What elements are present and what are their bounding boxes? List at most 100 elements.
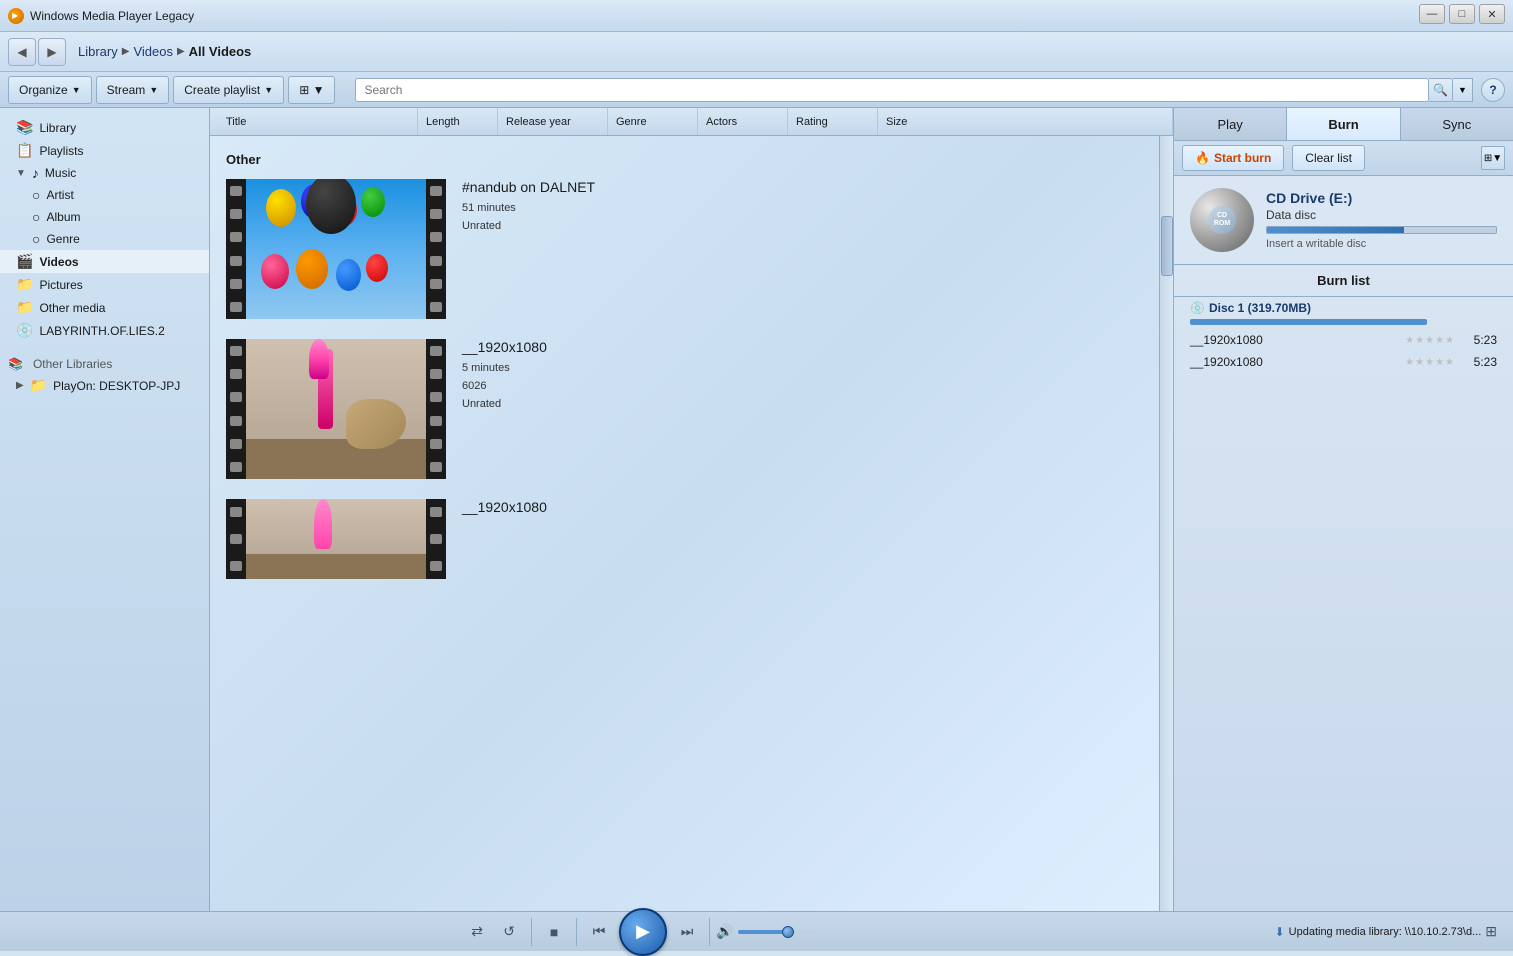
sidebar-item-playon[interactable]: ▶ 📁 PlayOn: DESKTOP-JPJ bbox=[0, 374, 209, 397]
right-view-button[interactable]: ⊞▼ bbox=[1481, 146, 1505, 170]
music-expand-arrow: ▼ bbox=[16, 168, 26, 179]
other-libraries-icon: 📚 bbox=[8, 357, 23, 371]
disc-1-icon: 💿 bbox=[1190, 301, 1205, 315]
film-strip-right-1 bbox=[426, 179, 446, 319]
close-button[interactable]: ✕ bbox=[1479, 4, 1505, 24]
labyrinth-icon: 💿 bbox=[16, 322, 33, 339]
other-media-icon: 📁 bbox=[16, 299, 33, 316]
content-list: Other bbox=[210, 136, 1159, 911]
col-header-actors[interactable]: Actors bbox=[698, 108, 788, 135]
disc-progress-fill bbox=[1267, 227, 1404, 233]
video-item-3[interactable]: __1920x1080 bbox=[210, 491, 1159, 587]
volume-slider[interactable] bbox=[738, 930, 818, 934]
film-strip-right-2 bbox=[426, 339, 446, 479]
burn-list-header: Burn list bbox=[1174, 265, 1513, 297]
disc-1-label: Disc 1 (319.70MB) bbox=[1209, 301, 1311, 315]
film-strip-right-3 bbox=[426, 499, 446, 579]
grid-icon[interactable]: ⊞ bbox=[1485, 923, 1497, 940]
burn-item-1[interactable]: __1920x1080 ★ ★ ★ ★ ★ 5:23 bbox=[1174, 329, 1513, 351]
shuffle-button[interactable]: ⇄ bbox=[461, 916, 493, 948]
search-area: 🔍 ▼ bbox=[355, 78, 1473, 102]
disc-writable: Insert a writable disc bbox=[1266, 238, 1497, 250]
minimize-button[interactable]: — bbox=[1419, 4, 1445, 24]
sidebar-item-other-media[interactable]: 📁 Other media bbox=[0, 296, 209, 319]
sidebar-item-genre[interactable]: ○ Genre bbox=[0, 228, 209, 250]
status-text-area: ⬇ Updating media library: \\10.10.2.73\d… bbox=[1275, 923, 1497, 940]
status-bar: ⇄ ↺ ■ ⏮ ▶ ⏭ 🔊 ⬇ Updating media library: … bbox=[0, 911, 1513, 951]
search-input[interactable] bbox=[355, 78, 1429, 102]
video-item-1[interactable]: #nandub on DALNET 51 minutes Unrated bbox=[210, 171, 1159, 327]
tab-burn[interactable]: Burn bbox=[1287, 108, 1400, 140]
burn-item-2-stars: ★ ★ ★ ★ ★ bbox=[1405, 357, 1454, 368]
burn-item-2-name: __1920x1080 bbox=[1190, 355, 1397, 369]
clear-list-button[interactable]: Clear list bbox=[1292, 145, 1365, 171]
help-button[interactable]: ? bbox=[1481, 78, 1505, 102]
start-burn-button[interactable]: 🔥 Start burn bbox=[1182, 145, 1284, 171]
breadcrumb-videos[interactable]: Videos bbox=[133, 44, 173, 59]
col-header-size[interactable]: Size bbox=[878, 108, 1173, 135]
sidebar-item-videos[interactable]: 🎬 Videos bbox=[0, 250, 209, 273]
scrollbar[interactable] bbox=[1159, 136, 1173, 911]
volume-icon: 🔊 bbox=[716, 923, 733, 940]
film-image-2 bbox=[246, 339, 426, 479]
disc-1-label-row: 💿 Disc 1 (319.70MB) bbox=[1174, 297, 1513, 319]
play-button[interactable]: ▶ bbox=[619, 908, 667, 956]
videos-icon: 🎬 bbox=[16, 253, 33, 270]
repeat-button[interactable]: ↺ bbox=[493, 916, 525, 948]
tab-play[interactable]: Play bbox=[1174, 108, 1287, 140]
sidebar-item-labyrinth[interactable]: 💿 LABYRINTH.OF.LIES.2 bbox=[0, 319, 209, 342]
video-item-2[interactable]: __1920x1080 5 minutes 6026 Unrated bbox=[210, 331, 1159, 487]
col-header-title[interactable]: Title bbox=[218, 108, 418, 135]
disc-name: CD Drive (E:) bbox=[1266, 190, 1497, 206]
video-rating-2: Unrated bbox=[462, 395, 1143, 413]
col-header-release-year[interactable]: Release year bbox=[498, 108, 608, 135]
video-thumbnail-3 bbox=[226, 499, 446, 579]
sidebar-item-playlists[interactable]: 📋 Playlists bbox=[0, 139, 209, 162]
organize-button[interactable]: Organize ▼ bbox=[8, 76, 92, 104]
sidebar-item-library[interactable]: 📚 Library bbox=[0, 116, 209, 139]
burn-item-1-name: __1920x1080 bbox=[1190, 333, 1397, 347]
sidebar-item-artist[interactable]: ○ Artist bbox=[0, 184, 209, 206]
video-meta-2: __1920x1080 5 minutes 6026 Unrated bbox=[462, 339, 1143, 413]
video-thumbnail-2 bbox=[226, 339, 446, 479]
window-title: Windows Media Player Legacy bbox=[30, 9, 194, 23]
section-other-header: Other bbox=[210, 144, 1159, 171]
col-header-genre[interactable]: Genre bbox=[608, 108, 698, 135]
video-duration-1: 51 minutes bbox=[462, 199, 1143, 217]
film-image-1 bbox=[246, 179, 426, 319]
tab-sync[interactable]: Sync bbox=[1401, 108, 1513, 140]
breadcrumb-library[interactable]: Library bbox=[78, 44, 118, 59]
prev-button[interactable]: ⏮ bbox=[583, 916, 615, 948]
maximize-button[interactable]: □ bbox=[1449, 4, 1475, 24]
video-thumbnail-1 bbox=[226, 179, 446, 319]
video-year-2: 6026 bbox=[462, 377, 1143, 395]
playback-controls: ⇄ ↺ ■ ⏮ ▶ ⏭ 🔊 bbox=[16, 908, 1267, 956]
sidebar-item-pictures[interactable]: 📁 Pictures bbox=[0, 273, 209, 296]
stream-button[interactable]: Stream ▼ bbox=[96, 76, 170, 104]
create-playlist-button[interactable]: Create playlist ▼ bbox=[173, 76, 284, 104]
toolbar: Organize ▼ Stream ▼ Create playlist ▼ ⊞ … bbox=[0, 72, 1513, 108]
sidebar-item-music[interactable]: ▼ ♪ Music bbox=[0, 162, 209, 184]
music-icon: ♪ bbox=[32, 165, 39, 181]
sidebar-item-album[interactable]: ○ Album bbox=[0, 206, 209, 228]
breadcrumb-all-videos[interactable]: All Videos bbox=[189, 44, 252, 59]
burn-item-2[interactable]: __1920x1080 ★ ★ ★ ★ ★ 5:23 bbox=[1174, 351, 1513, 373]
col-header-length[interactable]: Length bbox=[418, 108, 498, 135]
separator-2 bbox=[576, 918, 577, 946]
playon-icon: 📁 bbox=[30, 377, 47, 394]
col-header-rating[interactable]: Rating bbox=[788, 108, 878, 135]
stop-button[interactable]: ■ bbox=[538, 916, 570, 948]
forward-button[interactable]: ▶ bbox=[38, 38, 66, 66]
disc-icon: CDROM bbox=[1190, 188, 1254, 252]
back-button[interactable]: ◀ bbox=[8, 38, 36, 66]
content-wrapper: Other bbox=[210, 136, 1173, 911]
search-icon-button[interactable]: 🔍 bbox=[1429, 78, 1453, 102]
view-layout-button[interactable]: ⊞ ▼ bbox=[288, 76, 335, 104]
burn-item-1-duration: 5:23 bbox=[1462, 333, 1497, 347]
next-button[interactable]: ⏭ bbox=[671, 916, 703, 948]
video-title-3: __1920x1080 bbox=[462, 499, 1143, 515]
search-dropdown-button[interactable]: ▼ bbox=[1453, 78, 1473, 102]
scroll-thumb[interactable] bbox=[1161, 216, 1173, 276]
film-strip-left-3 bbox=[226, 499, 246, 579]
nav-arrows: ◀ ▶ bbox=[8, 38, 66, 66]
